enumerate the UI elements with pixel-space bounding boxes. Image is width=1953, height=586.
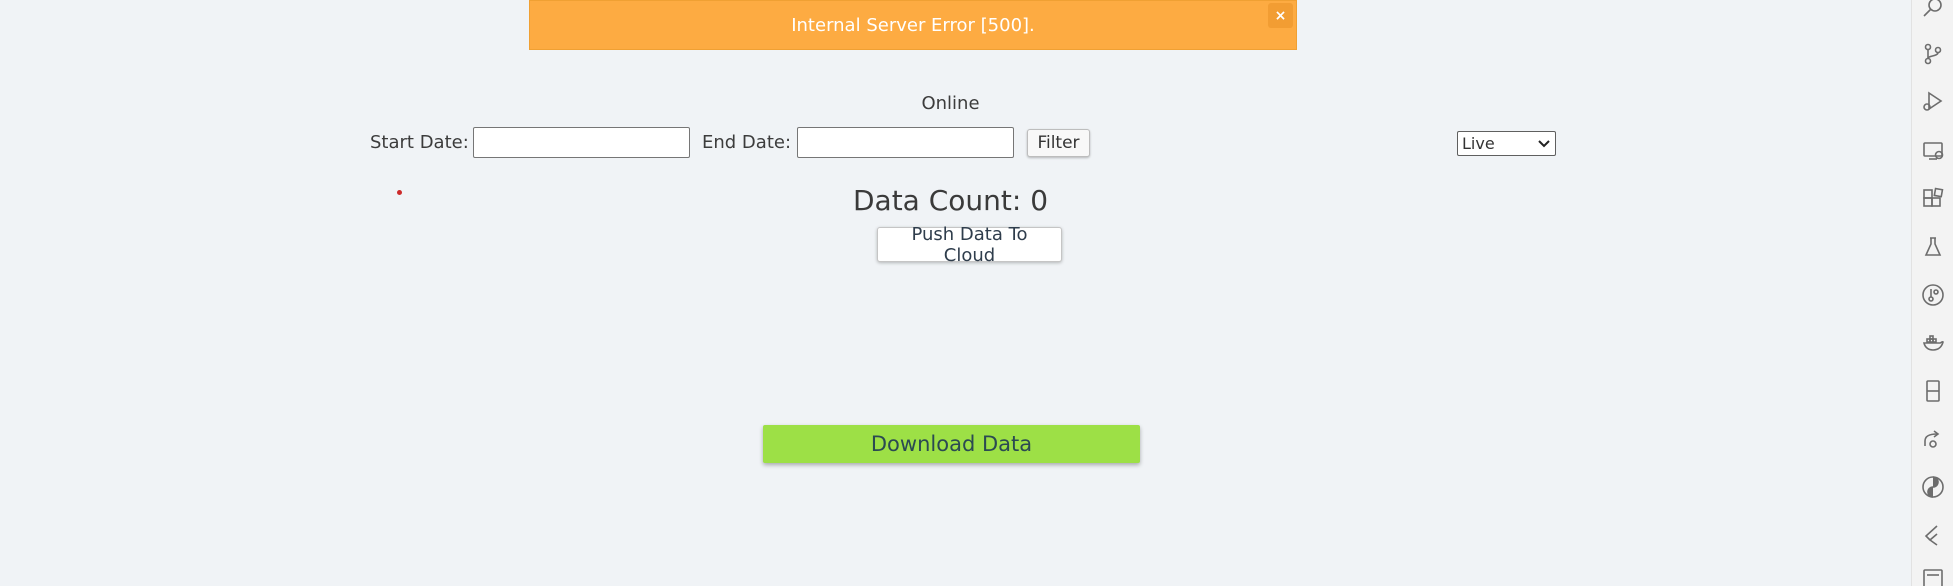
testing-icon[interactable] <box>1920 234 1946 260</box>
chevron-down-icon <box>1538 139 1550 147</box>
data-count: Data Count: 0 <box>852 184 1049 217</box>
app-stage: Internal Server Error [500]. × Online St… <box>0 0 1953 586</box>
search-icon[interactable] <box>1920 0 1946 21</box>
start-date-label: Start Date: <box>370 132 469 153</box>
mode-select-value: Live <box>1462 134 1495 153</box>
end-date-label: End Date: <box>702 132 792 153</box>
source-control-icon[interactable] <box>1920 41 1946 67</box>
live-share-icon[interactable] <box>1920 426 1946 452</box>
flutter-icon[interactable] <box>1920 522 1946 548</box>
connection-status: Online <box>921 93 980 114</box>
extensions-icon[interactable] <box>1920 186 1946 212</box>
end-date-input[interactable] <box>797 127 1014 158</box>
docker-icon[interactable] <box>1920 330 1946 356</box>
download-data-button[interactable]: Download Data <box>763 425 1140 463</box>
mode-select[interactable]: Live <box>1457 131 1556 156</box>
error-message: Internal Server Error [500]. <box>791 14 1035 36</box>
git-graph-icon[interactable] <box>1920 282 1946 308</box>
start-date-input[interactable] <box>473 127 690 158</box>
filter-button[interactable]: Filter <box>1027 129 1090 157</box>
database-icon[interactable] <box>1920 378 1946 404</box>
yin-yang-icon[interactable] <box>1920 474 1946 500</box>
toast-close-button[interactable]: × <box>1268 3 1293 28</box>
activity-bar <box>1911 0 1953 586</box>
terminal-panel-icon[interactable] <box>1920 566 1946 586</box>
remote-explorer-icon[interactable] <box>1920 138 1946 164</box>
push-to-cloud-button[interactable]: Push Data To Cloud <box>877 224 1062 266</box>
filter-row: Start Date: End Date: Filter Live <box>0 126 1910 160</box>
error-toast: Internal Server Error [500]. × <box>529 0 1297 50</box>
run-debug-icon[interactable] <box>1920 88 1946 114</box>
